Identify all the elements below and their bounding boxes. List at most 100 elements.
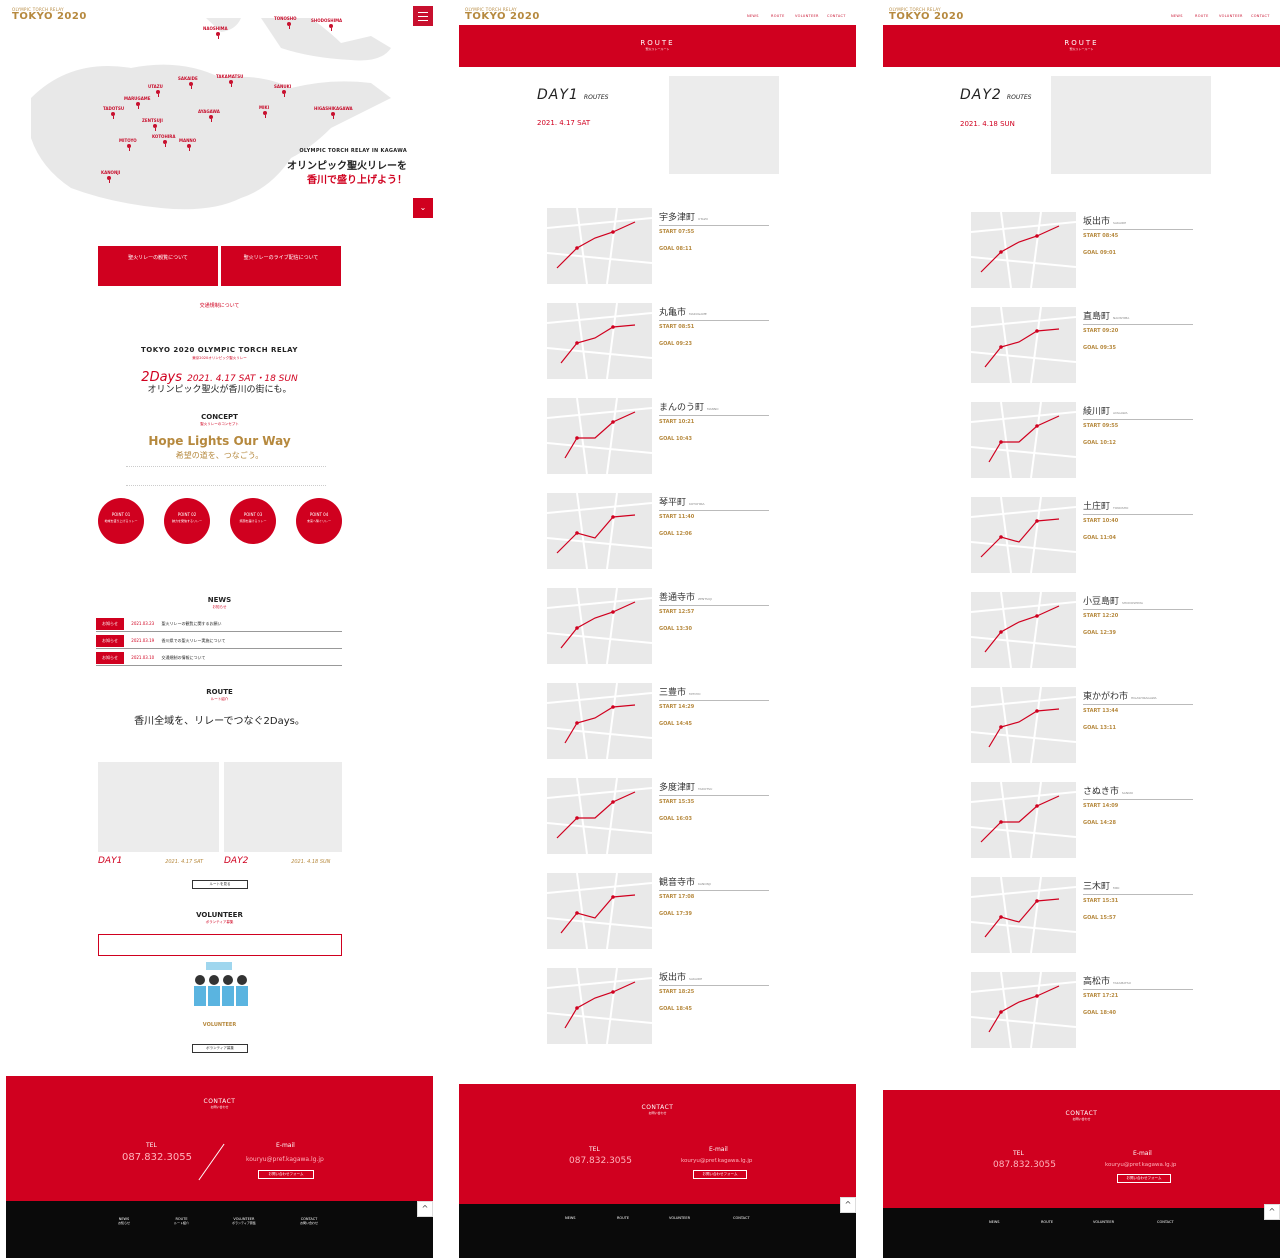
- divider: [1083, 799, 1193, 800]
- nav-volunteer[interactable]: VOLUNTEER: [795, 14, 819, 18]
- back-to-top-button[interactable]: ^: [417, 1201, 433, 1217]
- route-card: 高松市 TAKAMATSU START 17:21 GOAL 18:40: [971, 972, 1193, 1052]
- route-name: さぬき市 SANUKI: [1083, 787, 1134, 797]
- footer-nav-volunteer[interactable]: VOLUNTEER: [1093, 1220, 1114, 1224]
- footer-nav-route[interactable]: ROUTE: [617, 1216, 629, 1220]
- footer-nav-news[interactable]: NEWS お知らせ: [118, 1217, 130, 1225]
- route-goal-time: GOAL 12:39: [1083, 629, 1116, 636]
- volunteer-notice[interactable]: [98, 934, 342, 956]
- day2-overview-map: [1051, 76, 1211, 174]
- footer-nav-volunteer[interactable]: VOLUNTEER: [669, 1216, 690, 1220]
- route-detail: [659, 900, 769, 911]
- route-info: 直島町 NAOSHIMA START 09:20 GOAL 09:35: [1083, 309, 1193, 351]
- contact-form-button[interactable]: お問い合わせフォーム: [1117, 1174, 1171, 1183]
- volunteer-button[interactable]: ボランティア募集: [192, 1044, 248, 1053]
- divider: [659, 700, 769, 701]
- route-detail: [1083, 619, 1193, 630]
- footer: NEWS ROUTE VOLUNTEER CONTACT: [459, 1204, 856, 1258]
- town-label: KOTOHIRA: [152, 134, 176, 139]
- back-to-top-button[interactable]: ^: [1264, 1204, 1280, 1220]
- route-name: 丸亀市 MARUGAME: [659, 308, 707, 318]
- route-detail: [659, 710, 769, 721]
- divider: [659, 890, 769, 891]
- footer-nav-contact[interactable]: CONTACT: [733, 1216, 750, 1220]
- route-detail: [1083, 524, 1193, 535]
- footer: NEWS ROUTE VOLUNTEER CONTACT: [883, 1208, 1280, 1258]
- route-goal-time: GOAL 13:30: [659, 625, 692, 632]
- route-info: 観音寺市 KANONJI START 17:08 GOAL 17:39: [659, 875, 769, 917]
- footer: NEWS お知らせ ROUTE ルート紹介 VOLUNTEER ボランティア募集 CO…: [6, 1201, 433, 1258]
- intro-sub: 東京2020オリンピック聖火リレー: [192, 356, 247, 360]
- nav-contact[interactable]: CONTACT: [827, 14, 846, 18]
- divider: [659, 415, 769, 416]
- traffic-notice-link[interactable]: 交通規制について: [6, 302, 433, 309]
- route-name: 三木町 MIKI: [1083, 882, 1120, 892]
- town-label: SAKAIDE: [178, 76, 198, 81]
- nav-route[interactable]: ROUTE: [771, 14, 785, 18]
- route-map: [971, 497, 1076, 573]
- route-goal-time: GOAL 17:39: [659, 910, 692, 917]
- contact-form-button[interactable]: お問い合わせフォーム: [258, 1170, 314, 1179]
- footer-nav-contact[interactable]: CONTACT お問い合わせ: [300, 1217, 318, 1225]
- notice-live-button[interactable]: 聖火リレーのライブ配信について: [221, 246, 341, 286]
- route-map: [971, 782, 1076, 858]
- route-goal-time: GOAL 18:40: [1083, 1009, 1116, 1016]
- route-more-button[interactable]: ルートを見る: [192, 880, 248, 889]
- route-goal-time: GOAL 12:06: [659, 530, 692, 537]
- route-info: 坂出市 SAKAIDE START 18:25 GOAL 18:45: [659, 970, 769, 1012]
- divider: [1083, 514, 1193, 515]
- map-pin: [286, 22, 292, 30]
- news-item[interactable]: お知らせ 2021.03.10 交通規制の情報について: [96, 652, 342, 666]
- route-detail: [659, 520, 769, 531]
- footer-nav-route[interactable]: ROUTE: [1041, 1220, 1053, 1224]
- day1-map-thumb[interactable]: [98, 762, 219, 852]
- map-pin: [152, 124, 158, 132]
- route-detail: [1083, 999, 1193, 1010]
- route-card: 琴平町 KOTOHIRA START 11:40 GOAL 12:06: [547, 493, 769, 573]
- day1-date: 2021. 4.17 SAT: [537, 119, 591, 127]
- concept-label: CONCEPT: [201, 413, 238, 421]
- top-page-column: OLYMPIC TORCH RELAY TOKYO 2020 TONOSHO S…: [6, 0, 433, 1258]
- map-pin: [215, 32, 221, 40]
- footer-nav-volunteer[interactable]: VOLUNTEER ボランティア募集: [232, 1217, 256, 1225]
- footer-nav-route[interactable]: ROUTE ルート紹介: [174, 1217, 189, 1225]
- news-item[interactable]: お知らせ 2021.03.19 香川県での聖火リレー実施について: [96, 635, 342, 649]
- contact-form-button[interactable]: お問い合わせフォーム: [693, 1170, 747, 1179]
- scroll-down-button[interactable]: ⌄: [413, 198, 433, 218]
- route-map: [971, 972, 1076, 1048]
- concept-body: [126, 466, 326, 486]
- route-goal-time: GOAL 14:45: [659, 720, 692, 727]
- route-detail: [659, 235, 769, 246]
- back-to-top-button[interactable]: ^: [840, 1197, 856, 1213]
- site-logo[interactable]: OLYMPIC TORCH RELAY TOKYO 2020: [889, 8, 964, 22]
- footer-nav-contact[interactable]: CONTACT: [1157, 1220, 1174, 1224]
- intro-title: TOKYO 2020 OLYMPIC TORCH RELAY: [141, 346, 298, 354]
- nav-route[interactable]: ROUTE: [1195, 14, 1209, 18]
- site-logo[interactable]: OLYMPIC TORCH RELAY TOKYO 2020: [465, 8, 540, 22]
- volunteer-sub: ボランティア募集: [205, 920, 234, 924]
- day1-route-list: 宇多津町 UTAZU START 07:55 GOAL 08:11 丸亀市 MARUGA…: [459, 208, 856, 1068]
- town-label: MARUGAME: [124, 96, 151, 101]
- contact-section: CONTACT お問い合わせ TEL 087.832.3055 E-mail k…: [883, 1090, 1280, 1208]
- footer-nav-news[interactable]: NEWS: [989, 1220, 1000, 1224]
- nav-news[interactable]: NEWS: [747, 14, 759, 18]
- nav-contact[interactable]: CONTACT: [1251, 14, 1270, 18]
- route-day1-column: OLYMPIC TORCH RELAY TOKYO 2020 NEWS ROUT…: [459, 0, 856, 1258]
- point-circle-1: POINT 01 地域を盛り上げるリレー: [98, 498, 144, 544]
- footer-nav-news[interactable]: NEWS: [565, 1216, 576, 1220]
- route-map: [971, 307, 1076, 383]
- day2-map-thumb[interactable]: [224, 762, 342, 852]
- route-title-band: ROUTE 聖火リレールート: [459, 25, 856, 67]
- route-lead: 香川全域を、リレーでつなぐ2Days。: [134, 716, 305, 727]
- map-pin: [228, 80, 234, 88]
- concept-sub: 聖火リレーのコンセプト: [200, 422, 239, 426]
- route-card: 丸亀市 MARUGAME START 08:51 GOAL 09:23: [547, 303, 769, 383]
- route-name: 東かがわ市 HIGASHIKAGAWA: [1083, 692, 1157, 702]
- route-card: 綾川町 AYAGAWA START 09:55 GOAL 10:12: [971, 402, 1193, 482]
- point-circle-3: POINT 03 笑顔を届けるリレー: [230, 498, 276, 544]
- notice-viewing-button[interactable]: 聖火リレーの観覧について: [98, 246, 218, 286]
- route-map: [547, 398, 652, 474]
- nav-news[interactable]: NEWS: [1171, 14, 1183, 18]
- news-item[interactable]: お知らせ 2021.03.23 聖火リレーの観覧に関するお願い: [96, 618, 342, 632]
- nav-volunteer[interactable]: VOLUNTEER: [1219, 14, 1243, 18]
